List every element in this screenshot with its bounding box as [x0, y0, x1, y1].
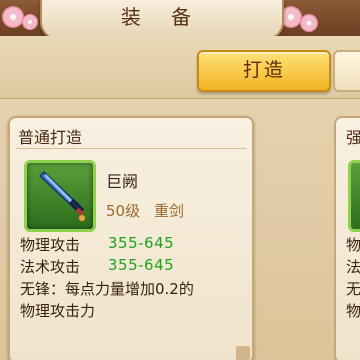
page-title: 装 备 — [40, 0, 284, 40]
card-header-peek: 强 — [346, 124, 360, 148]
blossom-decoration — [22, 14, 38, 30]
tab-next[interactable] — [333, 50, 360, 92]
tab-forge[interactable]: 打造 — [197, 50, 331, 92]
effect-line-2: 物理攻击力 — [20, 302, 96, 320]
equipment-screen: 装 备 打造 普通打造 巨阙 50级 重剑 物理攻击 355-645 法术攻击 … — [0, 0, 360, 360]
stat-value-magic: 355-645 — [108, 256, 175, 274]
stat-label-peek: 物 — [346, 236, 360, 254]
stat-label-magic: 法术攻击 — [20, 258, 81, 276]
sword-icon — [38, 170, 86, 222]
item-slot-peek[interactable] — [348, 160, 360, 232]
stat-label-physical: 物理攻击 — [20, 236, 81, 254]
item-level: 50级 — [106, 202, 141, 220]
tab-strip: 打造 — [0, 36, 360, 99]
effect-line-1: 无锋：每点力量增加0.2的 — [20, 280, 194, 298]
effect-peek: 无 — [346, 280, 360, 298]
card-corner — [236, 346, 250, 360]
stat-value-physical: 355-645 — [108, 234, 175, 252]
main-panel: 打造 普通打造 巨阙 50级 重剑 物理攻击 355-645 法术攻击 355-… — [0, 36, 360, 360]
top-frame: 装 备 — [0, 0, 360, 40]
blossom-decoration — [2, 6, 24, 28]
blossom-decoration — [300, 14, 318, 32]
item-effect: 无锋：每点力量增加0.2的 物理攻击力 — [20, 278, 248, 322]
card-header: 普通打造 — [18, 128, 83, 147]
item-name: 巨阙 — [106, 172, 139, 191]
item-type: 重剑 — [154, 202, 185, 220]
divider — [16, 148, 246, 149]
stat-label-peek: 法 — [346, 258, 360, 276]
effect-peek: 物 — [346, 302, 360, 320]
item-slot[interactable] — [24, 160, 96, 232]
enhanced-forge-card[interactable]: 强 物 法 无 物 — [334, 116, 360, 360]
normal-forge-card[interactable]: 普通打造 巨阙 50级 重剑 物理攻击 355-645 法术攻击 355-645… — [8, 116, 254, 360]
